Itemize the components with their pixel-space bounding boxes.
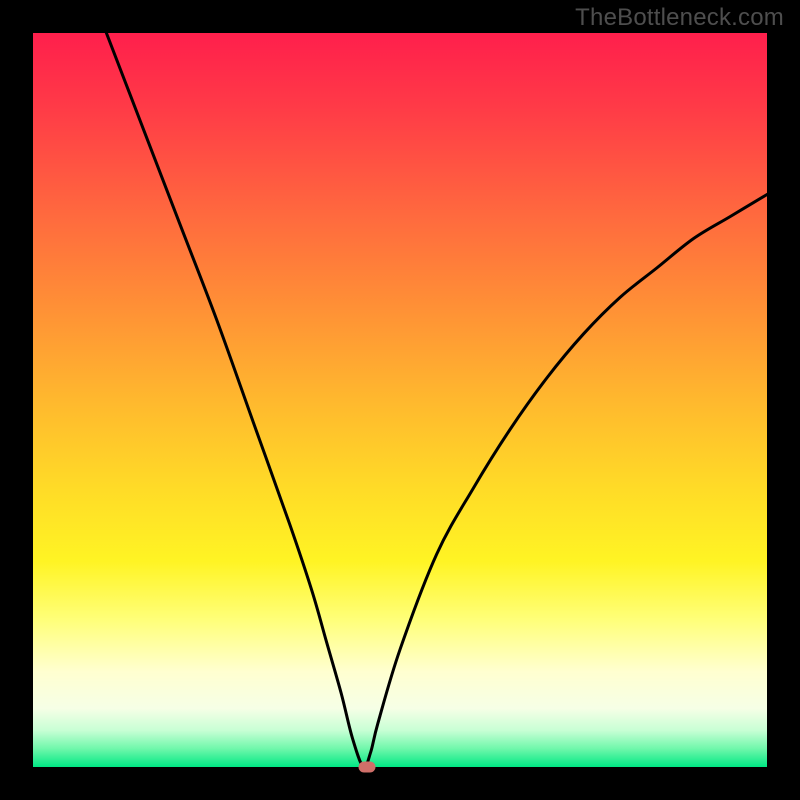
- bottleneck-curve: [106, 33, 767, 767]
- curve-layer: [33, 33, 767, 767]
- watermark-text: TheBottleneck.com: [575, 4, 784, 32]
- chart-frame: TheBottleneck.com: [0, 0, 800, 800]
- optimum-marker: [358, 762, 375, 773]
